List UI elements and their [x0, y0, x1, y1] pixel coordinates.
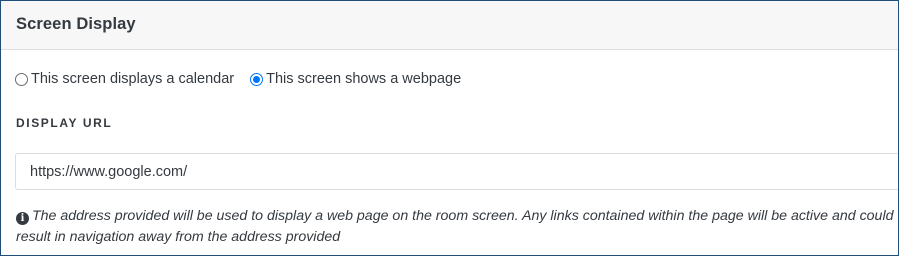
radio-option-webpage[interactable]: This screen shows a webpage — [250, 71, 461, 87]
radio-label-webpage[interactable]: This screen shows a webpage — [266, 71, 461, 87]
radio-option-calendar[interactable]: This screen displays a calendar — [15, 71, 234, 87]
display-mode-radio-group: This screen displays a calendar This scr… — [15, 68, 461, 90]
radio-calendar[interactable] — [15, 72, 28, 86]
info-circle-icon: i — [16, 212, 29, 225]
help-text-content: The address provided will be used to dis… — [16, 208, 894, 245]
panel-title: Screen Display — [16, 15, 136, 33]
display-url-label: DISPLAY URL — [16, 116, 113, 130]
panel-header: Screen Display — [1, 1, 898, 50]
radio-webpage[interactable] — [250, 72, 264, 86]
screen-display-panel: Screen Display This screen displays a ca… — [0, 0, 899, 256]
help-text: i The address provided will be used to di… — [16, 206, 898, 248]
radio-label-calendar[interactable]: This screen displays a calendar — [31, 71, 234, 87]
display-url-input[interactable] — [15, 153, 898, 190]
